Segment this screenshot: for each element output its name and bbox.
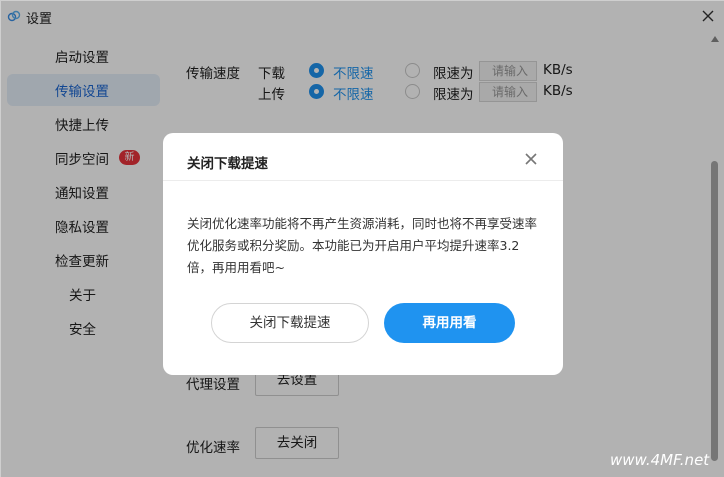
settings-window: 设置 启动设置 传输设置 快捷上传 同步空间 新 通知设置 隐私设置 检查更新 …: [0, 0, 724, 477]
watermark: www.4MF.net: [610, 451, 710, 469]
dialog-close-icon[interactable]: [523, 151, 539, 167]
close-boost-button[interactable]: 关闭下载提速: [211, 303, 369, 343]
close-boost-dialog: 关闭下载提速 关闭优化速率功能将不再产生资源消耗，同时也将不再享受速率优化服务或…: [163, 133, 563, 375]
dialog-title: 关闭下载提速: [187, 156, 268, 172]
dialog-message: 关闭优化速率功能将不再产生资源消耗，同时也将不再享受速率优化服务或积分奖励。本功…: [187, 216, 538, 275]
keep-using-button[interactable]: 再用用看: [384, 303, 515, 343]
dialog-divider: [163, 180, 563, 181]
